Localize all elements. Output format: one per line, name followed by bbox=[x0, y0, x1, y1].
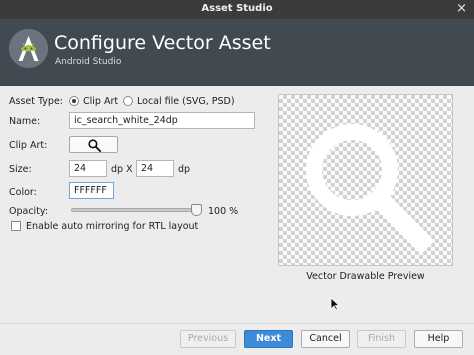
height-input[interactable]: 24 bbox=[136, 160, 174, 177]
window-title: Asset Studio bbox=[201, 3, 273, 14]
page-subtitle: Android Studio bbox=[55, 57, 122, 67]
cancel-button[interactable]: Cancel bbox=[301, 330, 350, 348]
page-title: Configure Vector Asset bbox=[54, 32, 271, 54]
radio-clip-art[interactable] bbox=[69, 96, 79, 106]
opacity-slider-track[interactable] bbox=[71, 208, 198, 212]
header-banner: Configure Vector Asset Android Studio bbox=[0, 19, 474, 86]
radio-local-file-label[interactable]: Local file (SVG, PSD) bbox=[137, 96, 235, 107]
rtl-mirroring-label[interactable]: Enable auto mirroring for RTL layout bbox=[26, 221, 198, 232]
height-unit: dp bbox=[178, 164, 191, 175]
window-title-bar: Asset Studio × bbox=[0, 0, 474, 19]
vector-drawable-preview bbox=[278, 94, 453, 266]
footer-divider bbox=[0, 323, 474, 324]
mouse-cursor-icon bbox=[330, 297, 340, 311]
name-label: Name: bbox=[9, 116, 41, 127]
asset-type-label: Asset Type: bbox=[9, 96, 64, 107]
preview-caption: Vector Drawable Preview bbox=[306, 271, 425, 282]
opacity-value: 100 % bbox=[208, 206, 239, 217]
opacity-slider-thumb[interactable] bbox=[191, 204, 202, 216]
color-input[interactable]: FFFFFF bbox=[69, 182, 114, 199]
radio-clip-art-label[interactable]: Clip Art bbox=[83, 96, 118, 107]
search-icon bbox=[88, 139, 102, 153]
finish-button[interactable]: Finish bbox=[357, 330, 406, 348]
rtl-mirroring-checkbox[interactable] bbox=[11, 221, 21, 231]
clip-art-button[interactable] bbox=[69, 136, 118, 153]
previous-button[interactable]: Previous bbox=[180, 330, 236, 348]
clip-art-label: Clip Art: bbox=[9, 140, 48, 151]
radio-local-file[interactable] bbox=[123, 96, 133, 106]
name-input[interactable]: ic_search_white_24dp bbox=[69, 112, 255, 129]
opacity-label: Opacity: bbox=[9, 206, 49, 217]
size-separator: X bbox=[126, 164, 133, 175]
color-label: Color: bbox=[9, 187, 37, 198]
next-button[interactable]: Next bbox=[244, 330, 293, 348]
width-unit: dp bbox=[111, 164, 124, 175]
close-icon[interactable]: × bbox=[456, 1, 467, 17]
size-label: Size: bbox=[9, 164, 32, 175]
search-icon bbox=[306, 124, 435, 255]
help-button[interactable]: Help bbox=[414, 330, 463, 348]
width-input[interactable]: 24 bbox=[69, 160, 107, 177]
android-studio-icon bbox=[9, 29, 48, 68]
